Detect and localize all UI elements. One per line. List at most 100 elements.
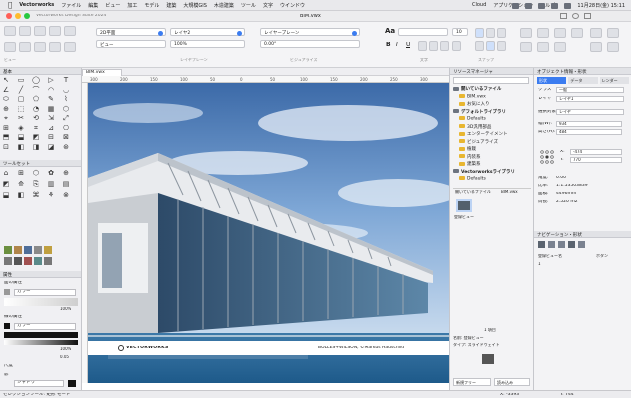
toolset-icon[interactable] [4, 246, 12, 254]
menu-modify[interactable]: 加工 [127, 2, 137, 9]
menu-view[interactable]: ビュー [105, 2, 120, 9]
align-center-button[interactable] [429, 41, 438, 51]
resource-search-input[interactable] [453, 77, 529, 84]
field-value[interactable]: 934 [556, 121, 622, 127]
settings-icon[interactable] [584, 13, 591, 19]
layer-button[interactable] [34, 42, 46, 52]
snap-object-button[interactable] [486, 28, 495, 38]
fill-select[interactable]: カラー [14, 289, 76, 296]
toolset-icon[interactable] [34, 246, 42, 254]
walls-button[interactable] [520, 28, 532, 38]
resource-tree-item[interactable]: 内装系 [459, 154, 481, 160]
tab-shape[interactable]: 形状 [537, 77, 567, 84]
basic-tool-icon[interactable]: ⌇ [62, 95, 70, 103]
resource-tab-bim[interactable]: BIM.vwx [501, 190, 518, 194]
sheet-button[interactable] [64, 42, 76, 52]
toolset-icon[interactable] [24, 246, 32, 254]
roof-button[interactable] [607, 28, 619, 38]
field-value[interactable]: 484 [556, 129, 622, 135]
menu-wood[interactable]: 木造建築 [214, 2, 234, 9]
nav-icon[interactable] [548, 241, 555, 248]
align-justify-button[interactable] [452, 41, 461, 51]
origin-grid-icon[interactable] [540, 150, 554, 164]
hide-button[interactable] [520, 42, 532, 52]
resource-item-label[interactable]: 登録ビュー [454, 215, 474, 219]
tab-render[interactable]: レンダー [599, 77, 629, 84]
basic-tool-icon[interactable]: ◪ [47, 143, 55, 151]
resource-tree-item[interactable]: Defaults [459, 116, 486, 122]
basic-tool-icon[interactable]: ◧ [17, 143, 25, 151]
snap-grid-button[interactable] [475, 28, 484, 38]
resource-tree-item[interactable]: デフォルトライブラリ [453, 109, 506, 115]
line-opacity-bar[interactable] [4, 340, 78, 345]
basic-tool-icon[interactable]: ✂ [17, 114, 25, 122]
basic-tool-icon[interactable]: ⌗ [32, 124, 40, 132]
align-right-button[interactable] [440, 41, 449, 51]
resource-tab-open-files[interactable]: 開いているファイル [455, 190, 491, 194]
status-icon[interactable] [525, 2, 533, 9]
plane-select[interactable]: レイヤープレーン [260, 28, 360, 36]
ungroup-button[interactable] [554, 42, 566, 52]
basic-tool-icon[interactable]: ◩ [32, 133, 40, 141]
more-button[interactable] [607, 42, 619, 52]
menu-edit[interactable]: 編集 [88, 2, 98, 9]
zoom-select[interactable]: 100% [170, 40, 245, 48]
basic-tool-icon[interactable]: ⎔ [62, 124, 70, 132]
resource-tree-item[interactable]: 建築系 [459, 161, 481, 167]
toolset-icon[interactable] [44, 257, 52, 265]
spaces-button[interactable] [590, 28, 602, 38]
layer-field[interactable]: レイヤ1 [556, 96, 624, 102]
toolset-tool-icon[interactable]: ⌘ [32, 191, 40, 199]
basic-tool-icon[interactable]: ◈ [17, 124, 25, 132]
basic-tool-icon[interactable]: ◠ [47, 86, 55, 94]
basic-tool-icon[interactable]: ⌖ [2, 114, 10, 122]
basic-tool-icon[interactable]: ↖ [2, 76, 10, 84]
basic-tool-icon[interactable]: ╱ [17, 86, 25, 94]
toolset-tool-icon[interactable]: ⚘ [47, 191, 55, 199]
shadow-select[interactable]: シャドウ [14, 380, 64, 387]
nav-icon[interactable] [538, 241, 545, 248]
forward-button[interactable] [19, 26, 31, 36]
walkthrough-button[interactable] [64, 26, 76, 36]
layer-select[interactable]: 2D平面 [96, 28, 166, 36]
toolset-tool-icon[interactable]: ▥ [47, 180, 55, 188]
field-value[interactable]: 770 [570, 157, 622, 163]
basic-tool-icon[interactable]: ▷ [47, 76, 55, 84]
status-icon[interactable] [512, 2, 520, 9]
drawing-canvas[interactable]: VECTORWORKS BOLLES+WILSON, ©Markus Hausc… [88, 83, 458, 383]
back-button[interactable] [4, 26, 16, 36]
toolset-icon[interactable] [14, 246, 22, 254]
basic-tool-icon[interactable]: ⬚ [17, 105, 25, 113]
menu-file[interactable]: ファイル [61, 2, 81, 9]
fill-swatch[interactable] [4, 289, 10, 295]
nav-icon[interactable] [578, 241, 585, 248]
windows-button[interactable] [554, 28, 566, 38]
doors-button[interactable] [537, 28, 549, 38]
toolset-icon[interactable] [4, 257, 12, 265]
plane-button[interactable] [34, 26, 46, 36]
nav-icon[interactable] [558, 241, 565, 248]
basic-tool-icon[interactable]: ⌒ [32, 86, 40, 94]
zoom-window-button[interactable] [24, 13, 30, 19]
basic-tool-icon[interactable]: ⊕ [2, 105, 10, 113]
basic-tool-icon[interactable]: ✎ [47, 95, 55, 103]
toolset-icon[interactable] [34, 257, 42, 265]
search-icon[interactable] [564, 2, 572, 9]
basic-tool-icon[interactable]: ⊛ [62, 143, 70, 151]
tab-data[interactable]: データ [568, 77, 598, 84]
menu-cloud[interactable]: Cloud [472, 2, 486, 8]
toolset-tool-icon[interactable]: ◧ [17, 191, 25, 199]
document-tab[interactable]: BIM.vwx [82, 69, 122, 76]
type-field[interactable]: レイヤ [556, 109, 624, 115]
basic-tool-icon[interactable]: ∠ [2, 86, 10, 94]
basic-tool-icon[interactable]: ⊠ [62, 133, 70, 141]
basic-tool-icon[interactable]: ▢ [17, 95, 25, 103]
basic-tool-icon[interactable]: ◯ [32, 76, 40, 84]
toolset-tool-icon[interactable]: ⌂ [2, 169, 10, 177]
basic-tool-icon[interactable]: ◡ [62, 86, 70, 94]
menu-window[interactable]: ウインドウ [280, 2, 305, 9]
resource-tree-item[interactable]: 植栽 [459, 146, 476, 152]
basic-tool-icon[interactable]: ▭ [17, 76, 25, 84]
menu-gis[interactable]: 大規模GIS [183, 2, 207, 9]
render-button[interactable] [19, 42, 31, 52]
